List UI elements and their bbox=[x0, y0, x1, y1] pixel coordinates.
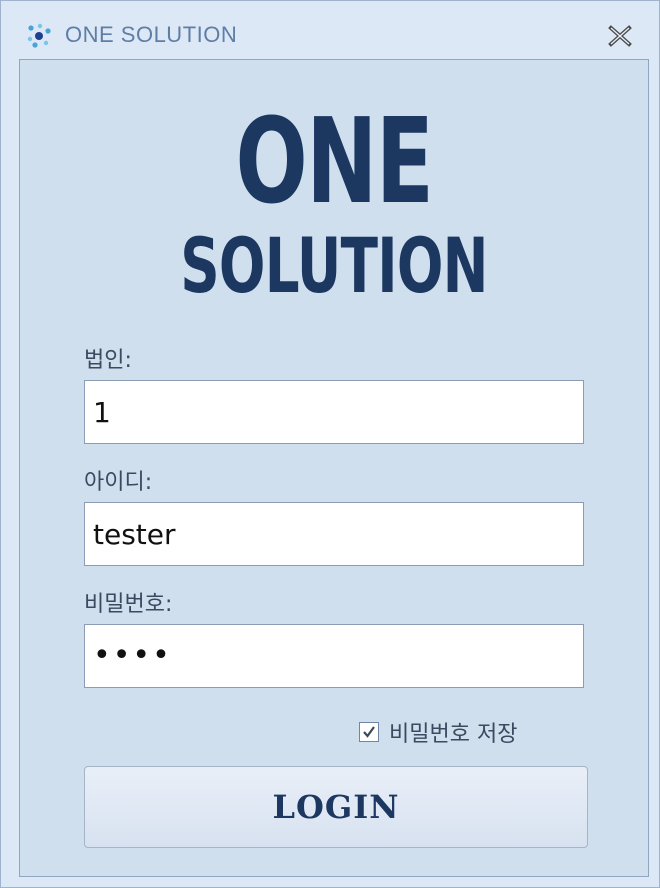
remember-password-label: 비밀번호 저장 bbox=[389, 722, 518, 747]
login-button-label: LOGIN bbox=[272, 788, 400, 826]
corp-input[interactable] bbox=[84, 380, 584, 444]
checkbox-checked-icon[interactable] bbox=[359, 722, 379, 742]
window-title: ONE SOLUTION bbox=[65, 22, 238, 47]
dots-logo-icon bbox=[27, 23, 53, 49]
remember-password-checkbox[interactable]: 비밀번호 저장 bbox=[359, 718, 518, 747]
corp-label: 법인: bbox=[84, 348, 132, 373]
login-window: ONE SOLUTION ONE SOLUTION 법인: 아이디: 비밀번호:… bbox=[0, 0, 660, 888]
logo-one-text: ONE bbox=[235, 92, 433, 230]
login-button[interactable]: LOGIN bbox=[84, 766, 588, 848]
password-input[interactable]: •••• bbox=[84, 624, 584, 688]
password-label: 비밀번호: bbox=[84, 592, 173, 617]
login-panel: ONE SOLUTION 법인: 아이디: 비밀번호: •••• 비밀번호 저장… bbox=[19, 59, 649, 877]
close-icon[interactable] bbox=[605, 21, 635, 51]
title-bar[interactable]: ONE SOLUTION bbox=[1, 1, 659, 59]
id-label: 아이디: bbox=[84, 470, 153, 495]
id-input[interactable] bbox=[84, 502, 584, 566]
logo-solution-text: SOLUTION bbox=[180, 221, 488, 310]
